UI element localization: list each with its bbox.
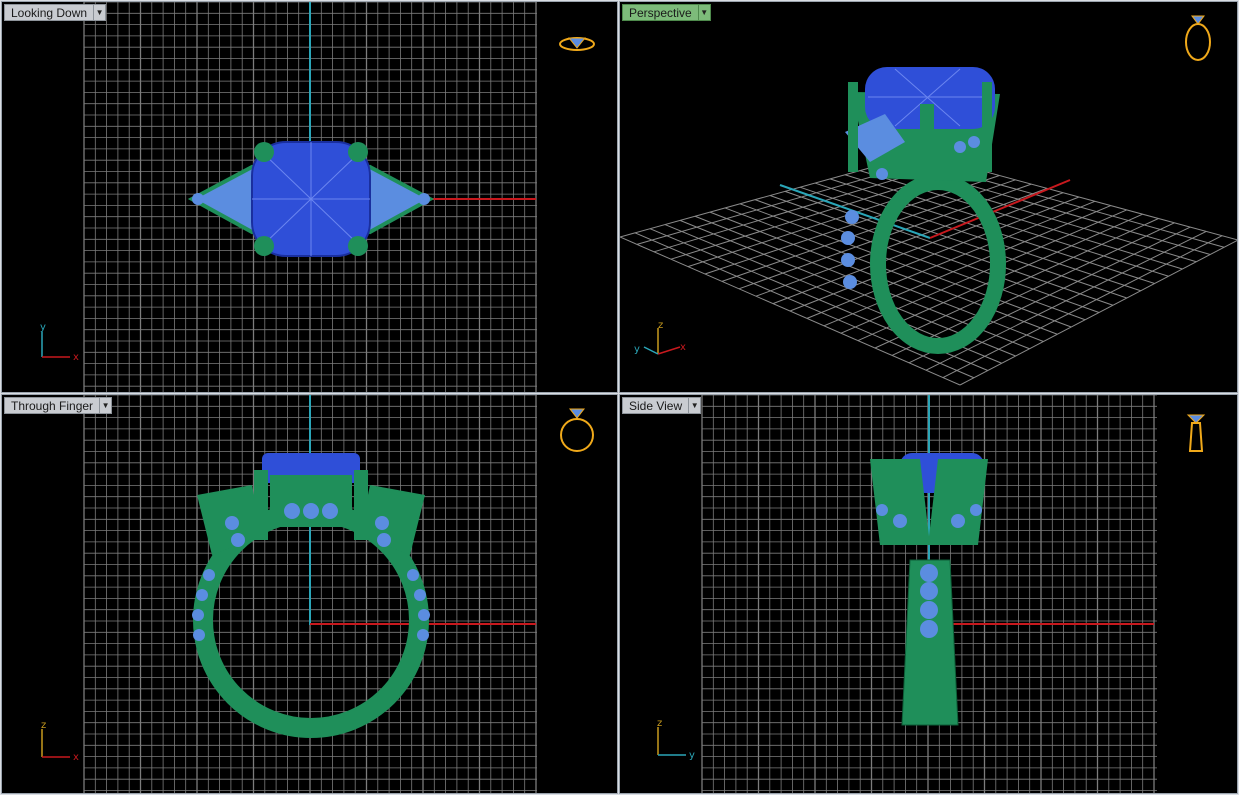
viewport-title[interactable]: Through Finger bbox=[4, 397, 100, 414]
ring-view-icon[interactable] bbox=[559, 37, 595, 51]
viewport-canvas[interactable]: z x y bbox=[620, 2, 1238, 393]
viewport-canvas[interactable]: z x bbox=[2, 395, 618, 794]
viewport-tab-perspective[interactable]: Perspective ▼ bbox=[622, 4, 711, 21]
axis-label-x: x bbox=[73, 752, 79, 763]
axis-triad bbox=[41, 729, 70, 758]
ring-view-icon[interactable] bbox=[560, 408, 594, 452]
viewport-top[interactable]: Looking Down ▼ y x bbox=[1, 1, 618, 393]
axis-triad bbox=[41, 332, 70, 358]
viewport-tab-side[interactable]: Side View ▼ bbox=[622, 397, 702, 414]
axis-label-z: z bbox=[658, 320, 663, 331]
viewport-side[interactable]: Side View ▼ z y bbox=[619, 394, 1238, 794]
axis-label-x: x bbox=[73, 352, 79, 363]
chevron-down-icon[interactable]: ▼ bbox=[697, 4, 711, 21]
ring-model[interactable] bbox=[187, 141, 435, 257]
ring-view-icon[interactable] bbox=[1186, 414, 1206, 452]
axis-label-y: y bbox=[40, 322, 46, 333]
ring-model[interactable] bbox=[841, 67, 1006, 354]
axis-label-z: z bbox=[657, 718, 662, 729]
axis-label-x: x bbox=[680, 342, 686, 353]
viewport-canvas[interactable]: z y bbox=[620, 395, 1238, 794]
ring-view-icon[interactable] bbox=[1185, 15, 1211, 61]
chevron-down-icon[interactable]: ▼ bbox=[93, 4, 107, 21]
viewport-canvas[interactable]: y x bbox=[2, 2, 618, 393]
viewport-tab-front[interactable]: Through Finger ▼ bbox=[4, 397, 113, 414]
viewport-title[interactable]: Side View bbox=[622, 397, 689, 414]
viewport-title[interactable]: Perspective bbox=[622, 4, 698, 21]
axis-triad bbox=[643, 328, 681, 355]
axis-label-y: y bbox=[634, 344, 640, 355]
viewport-title[interactable]: Looking Down bbox=[4, 4, 94, 21]
chevron-down-icon[interactable]: ▼ bbox=[688, 397, 702, 414]
viewport-tab-top[interactable]: Looking Down ▼ bbox=[4, 4, 107, 21]
axis-label-y: y bbox=[689, 750, 695, 761]
chevron-down-icon[interactable]: ▼ bbox=[99, 397, 113, 414]
axis-triad bbox=[657, 727, 686, 756]
axis-label-z: z bbox=[41, 720, 46, 731]
viewport-perspective[interactable]: Perspective ▼ z x y bbox=[619, 1, 1238, 393]
viewport-front[interactable]: Through Finger ▼ z x bbox=[1, 394, 618, 794]
